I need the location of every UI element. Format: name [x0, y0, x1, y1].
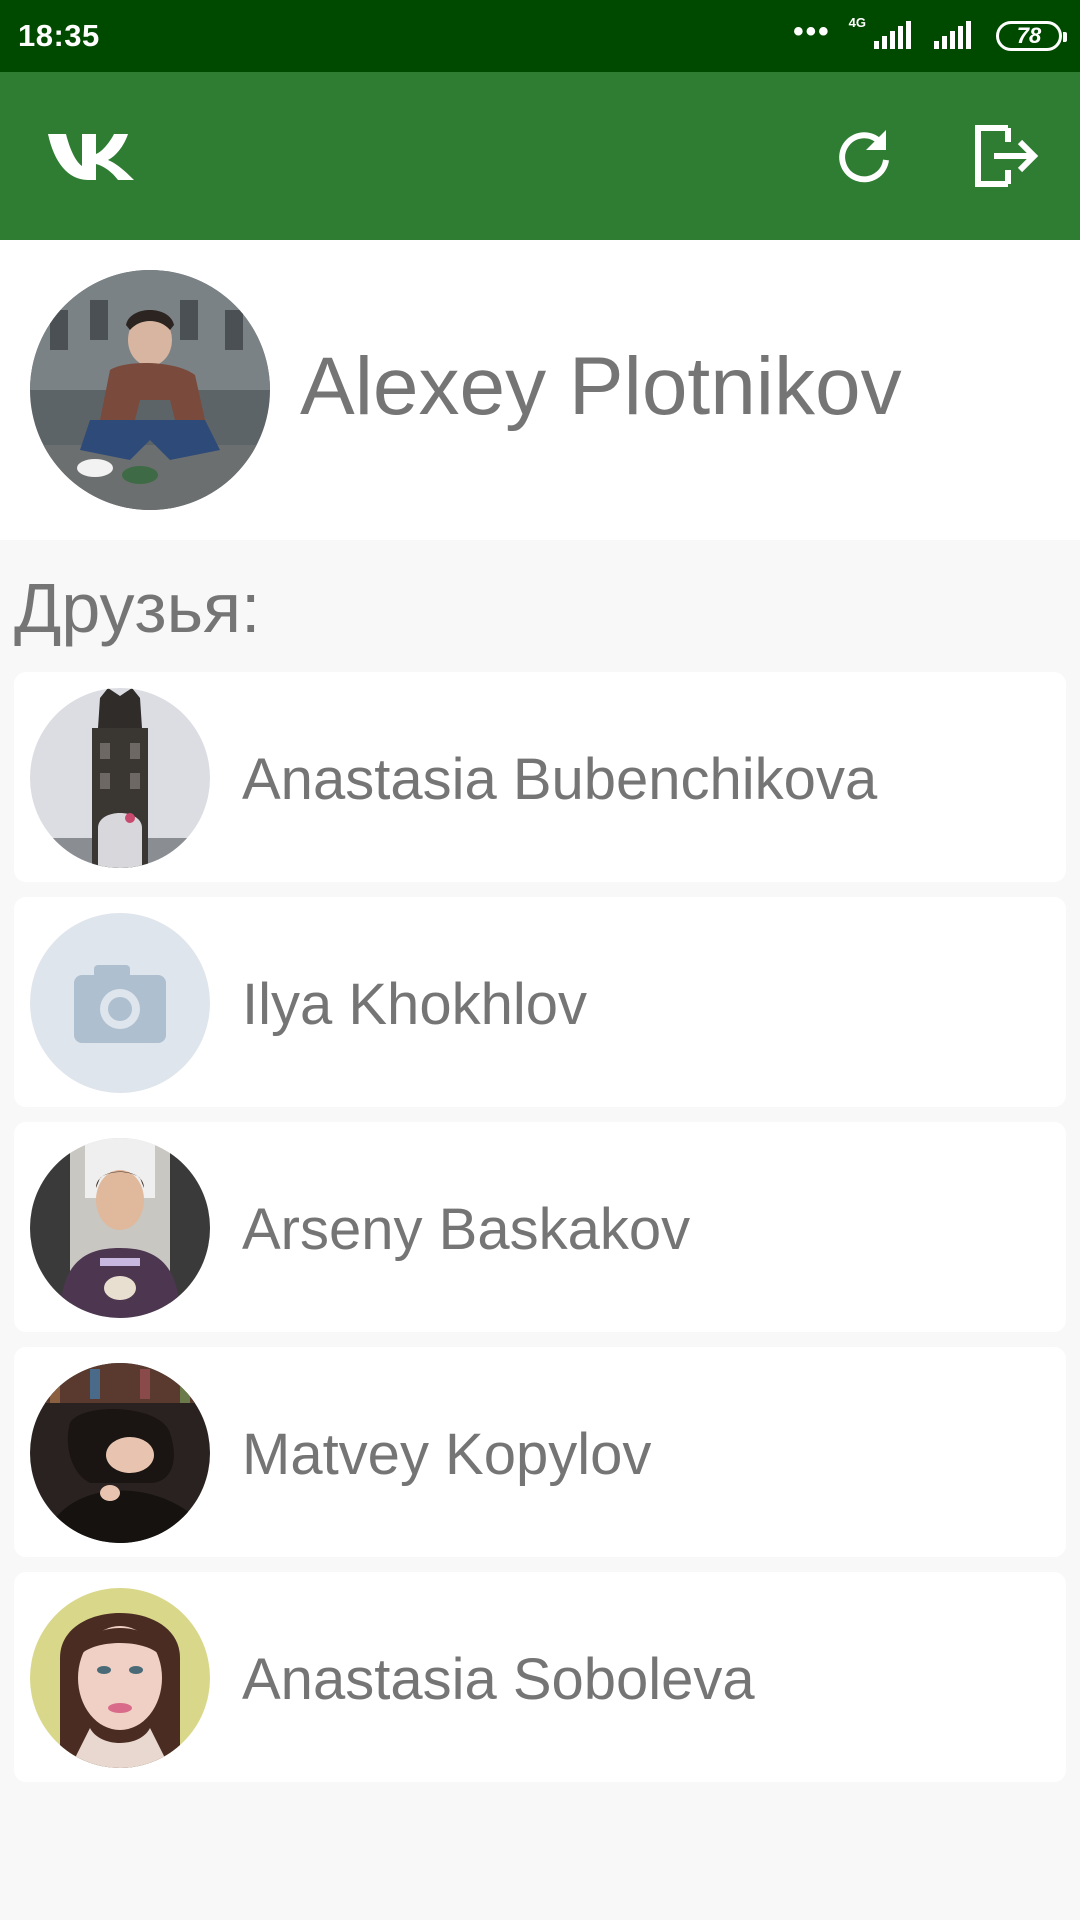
notification-dots: ••• [793, 15, 831, 48]
profile-name: Alexey Plotnikov [300, 341, 902, 432]
logout-icon[interactable] [974, 124, 1040, 188]
friend-name: Anastasia Bubenchikova [242, 747, 878, 812]
friend-avatar [30, 1138, 210, 1318]
friend-name: Ilya Khokhlov [242, 972, 587, 1037]
friend-name: Matvey Kopylov [242, 1422, 652, 1487]
friend-avatar [30, 1588, 210, 1768]
friends-title: Друзья: [14, 569, 261, 647]
battery-icon: 78 [996, 21, 1067, 51]
battery-level: 78 [1016, 23, 1042, 48]
friend-avatar-placeholder [30, 913, 210, 1093]
friend-list-item[interactable]: Ilya Khokhlov [14, 897, 1066, 1107]
friend-list-item[interactable]: Matvey Kopylov [14, 1347, 1066, 1557]
friend-name: Arseny Baskakov [242, 1197, 691, 1262]
status-icons: ••• 4G 78 [793, 15, 1067, 53]
network-type: 4G [848, 14, 866, 30]
signal-icon-2 [934, 21, 971, 49]
status-time: 18:35 [18, 18, 100, 53]
status-bar: 18:35 ••• 4G 78 [0, 0, 1080, 72]
friend-list-item[interactable]: Anastasia Soboleva [14, 1572, 1066, 1782]
profile-avatar[interactable] [30, 270, 270, 510]
camera-icon [74, 965, 166, 1043]
friend-name: Anastasia Soboleva [242, 1647, 755, 1712]
vk-logo-icon [48, 134, 134, 180]
app-bar [0, 72, 1080, 240]
signal-icon [874, 21, 911, 49]
friend-list-item[interactable]: Arseny Baskakov [14, 1122, 1066, 1332]
friend-avatar [30, 1363, 210, 1543]
friend-avatar [30, 688, 210, 868]
refresh-icon[interactable] [836, 128, 892, 184]
friend-list-item[interactable]: Anastasia Bubenchikova [14, 672, 1066, 882]
profile-header: Alexey Plotnikov [0, 240, 1080, 540]
